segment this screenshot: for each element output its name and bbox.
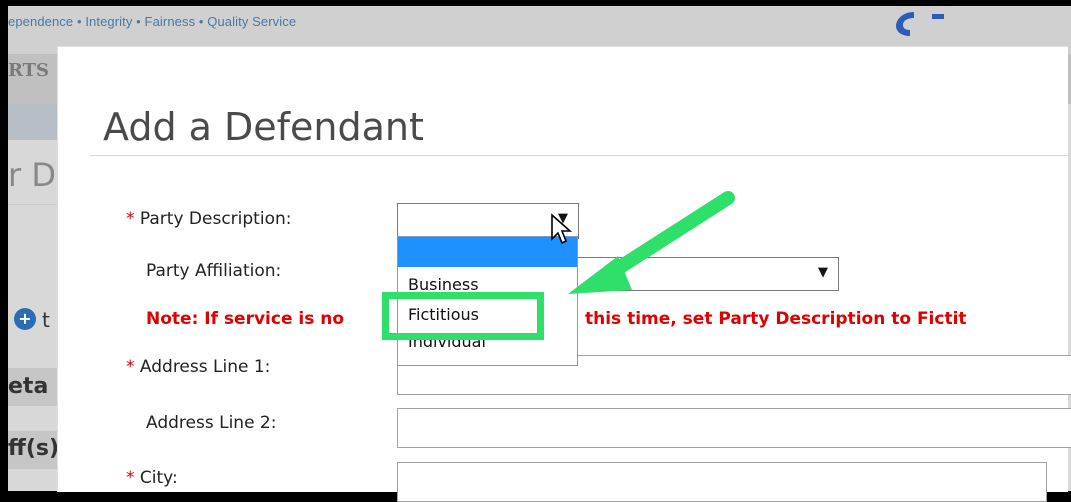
dropdown-option-business[interactable]: Business: [408, 275, 479, 293]
plaintiffs-fragment: ff(s): [8, 436, 60, 461]
link-fragment-to[interactable]: t: [42, 308, 50, 332]
nav-tab-courts[interactable]: RTS: [8, 60, 49, 81]
title-rule: [90, 155, 1070, 156]
city-input[interactable]: [397, 462, 1047, 502]
required-asterisk: *: [126, 468, 135, 488]
plus-circle-icon[interactable]: +: [14, 308, 36, 330]
site-logo-icon: [896, 12, 944, 36]
site-tagline: ependence • Integrity • Fairness • Quali…: [8, 14, 297, 29]
chevron-down-icon[interactable]: ▼: [818, 265, 828, 280]
required-asterisk: *: [126, 357, 135, 377]
address-line-2-input[interactable]: [397, 408, 1071, 448]
party-description-label: * Party Description:: [126, 209, 292, 229]
required-asterisk: *: [126, 209, 135, 229]
green-arrow-icon: [568, 191, 735, 294]
page-heading-fragment: r D: [8, 156, 56, 194]
fictitious-highlight-box: [382, 292, 544, 340]
address-line-1-label: * Address Line 1:: [126, 357, 271, 377]
city-label: * City:: [126, 468, 178, 488]
party-affiliation-label: Party Affiliation:: [146, 261, 282, 281]
service-note-left: Note: If service is no: [146, 309, 345, 329]
address-line-2-label: Address Line 2:: [146, 413, 277, 433]
dialog-title: Add a Defendant: [103, 105, 424, 149]
detail-fragment: eta: [8, 374, 49, 399]
service-note-right: this time, set Party Description to Fict…: [585, 309, 967, 329]
